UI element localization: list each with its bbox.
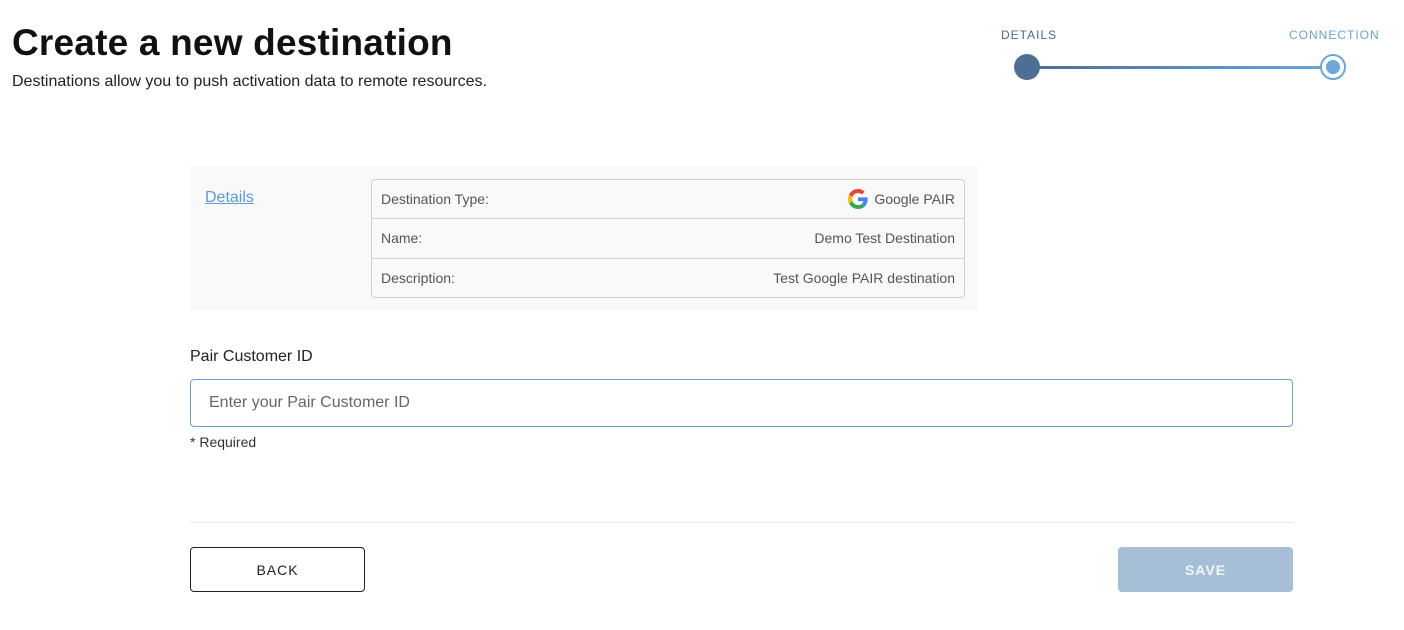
destination-summary-card: Details Destination Type: Google PAIR Na… [190,166,978,310]
destination-type-value: Google PAIR [874,191,955,208]
pair-customer-id-label: Pair Customer ID [190,348,313,365]
page-title: Create a new destination [12,22,453,63]
create-destination-page: Create a new destination Destinations al… [0,0,1404,630]
progress-stepper: DETAILS CONNECTION [990,26,1390,86]
step-details-dot[interactable] [1014,54,1040,80]
google-icon [848,189,868,210]
summary-row-destination-type: Destination Type: Google PAIR [372,180,964,220]
destination-description-value: Test Google PAIR destination [773,270,955,287]
summary-row-label: Description: [381,270,455,287]
details-link[interactable]: Details [205,189,254,207]
summary-row-description: Description: Test Google PAIR destinatio… [372,259,964,298]
stepper-progress-line [1027,66,1333,69]
summary-table: Destination Type: Google PAIR Name: Demo… [371,179,965,298]
step-connection-label: CONNECTION [1289,28,1380,42]
summary-row-name: Name: Demo Test Destination [372,219,964,259]
save-button[interactable]: SAVE [1118,547,1293,592]
destination-name-value: Demo Test Destination [814,230,955,247]
summary-row-value: Google PAIR [848,189,955,210]
required-note: * Required [190,434,257,450]
page-subtitle: Destinations allow you to push activatio… [12,73,487,90]
step-details-label: DETAILS [1001,28,1058,42]
pair-customer-id-input[interactable] [190,379,1293,427]
summary-row-label: Destination Type: [381,191,489,208]
step-connection-dot [1320,54,1346,80]
back-button[interactable]: BACK [190,547,365,592]
form-divider [190,522,1293,523]
summary-row-label: Name: [381,230,423,247]
